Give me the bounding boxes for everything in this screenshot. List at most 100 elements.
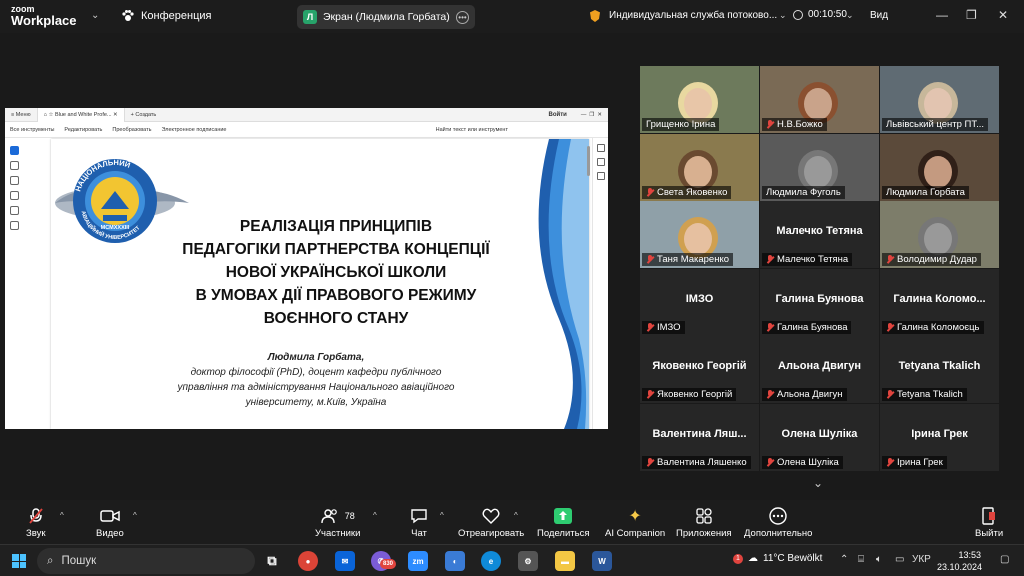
app-icon[interactable]: ⚙	[518, 551, 538, 571]
more-options-icon[interactable]: •••	[456, 10, 469, 24]
zoom-app-icon[interactable]: zm	[408, 551, 428, 571]
participant-tile[interactable]: Грищенко Ірина	[640, 66, 759, 133]
participant-name-label: Галина Буянова	[762, 320, 852, 334]
close-icon[interactable]: ✕	[998, 8, 1008, 22]
chevron-up-icon[interactable]: ^	[60, 511, 64, 520]
tool-convert[interactable]: Преобразовать	[112, 127, 151, 133]
apps-icon	[695, 506, 713, 526]
ai-companion-button[interactable]: ✦ AI Companion	[605, 506, 665, 539]
participant-tile[interactable]: Галина Коломо... Галина Коломоєць	[880, 268, 999, 336]
share-button[interactable]: Поделиться	[537, 506, 589, 539]
signin-button[interactable]: Войти	[541, 108, 575, 122]
notifications-icon[interactable]: ▢	[1000, 554, 1009, 565]
mic-muted-icon	[646, 322, 654, 332]
participant-tile[interactable]: Н.В.Божко	[760, 66, 879, 133]
tool-edit[interactable]: Редактировать	[64, 127, 102, 133]
draw-icon[interactable]	[10, 176, 19, 185]
windows-start-icon[interactable]	[12, 554, 26, 568]
language-indicator[interactable]: УКР	[912, 554, 931, 565]
chrome-icon[interactable]: ●	[298, 551, 318, 571]
participant-tile[interactable]: Яковенко Георгій Яковенко Георгій	[640, 336, 759, 403]
file-explorer-icon[interactable]: ▬	[555, 551, 575, 571]
participant-tile[interactable]: Света Яковенко	[640, 133, 759, 201]
participant-tile[interactable]: Галина Буянова Галина Буянова	[760, 268, 879, 336]
stamp-icon[interactable]	[10, 221, 19, 230]
participant-display-name: ІМЗО	[685, 292, 714, 305]
chevron-down-icon[interactable]: ⌄	[846, 10, 854, 21]
taskbar-clock[interactable]: 13:53 23.10.2024	[937, 549, 982, 573]
chat-button[interactable]: Чат	[410, 506, 428, 539]
participant-name-label: Грищенко Ірина	[642, 118, 720, 131]
participant-name-label: Галина Коломоєць	[882, 320, 984, 334]
participant-name-label: Малечко Тетяна	[762, 253, 853, 266]
chevron-up-icon[interactable]: ^	[373, 511, 377, 520]
minimize-icon[interactable]: —	[936, 8, 948, 22]
search-icon: ⌕	[47, 554, 54, 567]
participants-count: 78	[344, 511, 355, 521]
acrobat-window-controls[interactable]: — ❐ ✕	[575, 108, 608, 122]
more-button[interactable]: Дополнительно	[744, 506, 812, 539]
participant-display-name: Tetyana Tkalich	[898, 360, 981, 372]
photos-icon[interactable]: ◐	[445, 551, 465, 571]
pages-icon[interactable]	[596, 172, 605, 180]
chevron-up-icon[interactable]: ^	[514, 511, 518, 520]
participants-button[interactable]: 78 Участники	[315, 506, 360, 539]
participant-tile[interactable]: Tetyana Tkalich Tetyana Tkalich	[880, 336, 999, 403]
find-input[interactable]: Найти текст или инструмент	[436, 127, 508, 133]
task-view-icon[interactable]: ⧉	[262, 551, 282, 571]
mail-icon[interactable]: ✉	[335, 551, 355, 571]
volume-icon[interactable]: 🔈︎	[876, 554, 882, 565]
chevron-down-icon[interactable]: ⌄	[779, 10, 787, 21]
search-placeholder: Пошук	[61, 555, 97, 567]
text-select-icon[interactable]	[10, 206, 19, 215]
taskbar-search[interactable]: ⌕ Пошук	[37, 548, 255, 574]
comments-panel-icon[interactable]	[596, 144, 605, 152]
participant-tile[interactable]: Валентина Ляш... Валентина Ляшенко	[640, 403, 759, 471]
participant-tile[interactable]: Олена Шуліка Олена Шуліка	[760, 403, 879, 471]
mic-muted-icon	[766, 457, 774, 467]
scrollbar[interactable]	[587, 146, 590, 176]
more-label: Дополнительно	[744, 528, 813, 539]
edge-icon[interactable]: e	[481, 551, 501, 571]
participant-tile[interactable]: Володимир Дудар	[880, 201, 999, 268]
new-tab-button[interactable]: + Создать	[125, 108, 163, 122]
battery-icon[interactable]: ▭	[895, 554, 904, 565]
comment-icon[interactable]	[10, 161, 19, 170]
participant-name: Грищенко Ірина	[646, 119, 716, 130]
participant-tile[interactable]: Альона Двигун Альона Двигун	[760, 336, 879, 403]
participant-tile[interactable]: Львівський центр ПТ...	[880, 66, 999, 133]
word-icon[interactable]: W	[592, 551, 612, 571]
network-icon[interactable]: ⌸	[858, 554, 864, 565]
acrobat-document-tab[interactable]: ⌂ ☆ Blue and White Profe... ✕	[36, 108, 125, 122]
streaming-service-label[interactable]: Индивидуальная служба потоково...	[609, 10, 777, 21]
chevron-down-icon[interactable]: ⌄	[91, 10, 99, 21]
select-tool-icon[interactable]	[10, 146, 19, 155]
participant-tile[interactable]: Людмила Горбата	[880, 133, 999, 201]
participant-tile[interactable]: Таня Макаренко	[640, 201, 759, 268]
lasso-icon[interactable]	[10, 191, 19, 200]
participant-tile[interactable]: ІМЗО ІМЗО	[640, 268, 759, 336]
audio-button[interactable]: Звук	[26, 506, 45, 539]
participant-tile[interactable]: Ірина Грек Ірина Грек	[880, 403, 999, 471]
sparkle-icon: ✦	[628, 508, 642, 525]
participant-tile[interactable]: Людмила Фуголь	[760, 133, 879, 201]
participant-name: Олена Шуліка	[777, 456, 839, 468]
acrobat-menu-button[interactable]: ≡ Меню	[5, 108, 37, 122]
chevron-up-icon[interactable]: ^	[133, 511, 137, 520]
chevron-up-icon[interactable]: ^	[440, 511, 444, 520]
tool-esign[interactable]: Электронное подписание	[161, 127, 226, 133]
tool-all[interactable]: Все инструменты	[10, 127, 54, 133]
tray-chevron-icon[interactable]: ⌃	[840, 554, 848, 565]
video-button[interactable]: Видео	[96, 506, 124, 539]
view-button[interactable]: Вид	[870, 10, 888, 21]
restore-icon[interactable]: ❐	[966, 8, 977, 22]
chevron-down-icon[interactable]: ⌄	[813, 476, 823, 490]
participant-tile[interactable]: Малечко Тетяна Малечко Тетяна	[760, 201, 879, 268]
screen-share-pill[interactable]: Л Экран (Людмила Горбата) •••	[297, 5, 475, 29]
meeting-info[interactable]: Конференция	[121, 9, 211, 23]
weather-widget[interactable]: 1 ☁ 11°C Bewölkt	[733, 553, 822, 564]
participant-name: Н.В.Божко	[777, 119, 823, 130]
leave-button[interactable]: Выйти	[975, 506, 1003, 539]
apps-button[interactable]: Приложения	[676, 506, 732, 539]
export-icon[interactable]	[596, 158, 605, 166]
